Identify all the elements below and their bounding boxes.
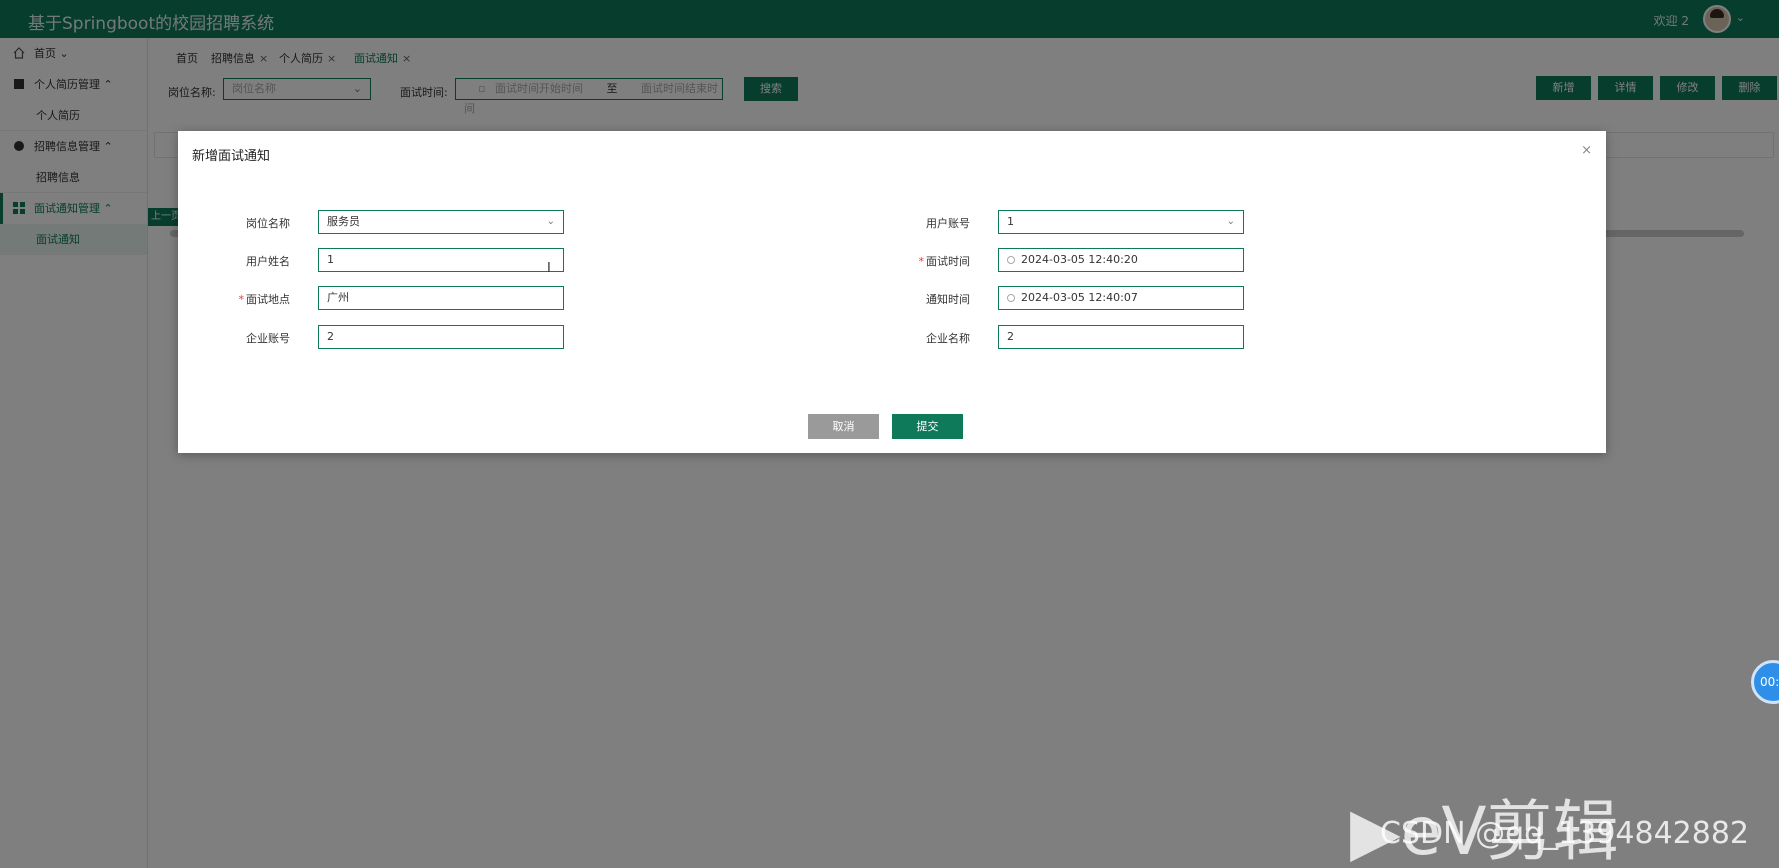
interview-time-label: * 面试时间 — [900, 253, 971, 269]
submit-button[interactable]: 提交 — [892, 414, 963, 439]
user-name-input[interactable]: 1 — [318, 248, 564, 272]
notice-time-label: 通知时间 — [926, 293, 970, 306]
required-mark: * — [238, 293, 245, 306]
company-name-input[interactable]: 2 — [998, 325, 1244, 349]
field-value: 服务员 — [327, 215, 360, 228]
label-text: 面试地点 — [246, 293, 290, 306]
job-name-select[interactable]: 服务员 ⌄ — [318, 210, 564, 234]
cancel-button[interactable]: 取消 — [808, 414, 879, 439]
user-account-select[interactable]: 1 ⌄ — [998, 210, 1244, 234]
field-value: 1 — [1007, 215, 1014, 228]
field-value: 1 — [327, 253, 334, 266]
text-cursor-icon: I — [547, 261, 551, 276]
clock-icon — [1007, 256, 1015, 264]
user-name-label: 用户姓名 — [246, 255, 290, 268]
field-value: 2 — [327, 330, 334, 343]
chevron-down-icon: ⌄ — [1226, 216, 1235, 227]
dialog-title: 新增面试通知 — [192, 149, 271, 164]
label-text: 面试时间 — [926, 255, 970, 268]
interview-time-picker[interactable]: 2024-03-05 12:40:20 — [998, 248, 1244, 272]
watermark: ▶eV剪辑 CSDN @qq_1394842882 — [1350, 778, 1770, 868]
clock-icon — [1007, 294, 1015, 302]
notice-time-picker[interactable]: 2024-03-05 12:40:07 — [998, 286, 1244, 310]
field-value: 广州 — [327, 291, 349, 304]
interview-place-input[interactable]: 广州 — [318, 286, 564, 310]
field-value: 2024-03-05 12:40:20 — [1021, 253, 1138, 266]
chevron-down-icon: ⌄ — [546, 216, 555, 227]
user-account-label: 用户账号 — [926, 217, 970, 230]
watermark-text: CSDN @qq_1394842882 — [1380, 816, 1750, 851]
field-value: 2024-03-05 12:40:07 — [1021, 291, 1138, 304]
close-icon[interactable]: × — [1581, 143, 1592, 158]
company-account-input[interactable]: 2 — [318, 325, 564, 349]
company-account-label: 企业账号 — [246, 332, 290, 345]
field-value: 2 — [1007, 330, 1014, 343]
add-interview-notice-dialog: 新增面试通知 × 岗位名称 服务员 ⌄ 用户姓名 1 * 面试地点 广州 企业账号 … — [178, 131, 1606, 453]
job-name-label: 岗位名称 — [246, 217, 290, 230]
interview-place-label: * 面试地点 — [220, 291, 291, 307]
company-name-label: 企业名称 — [926, 332, 970, 345]
required-mark: * — [918, 255, 925, 268]
